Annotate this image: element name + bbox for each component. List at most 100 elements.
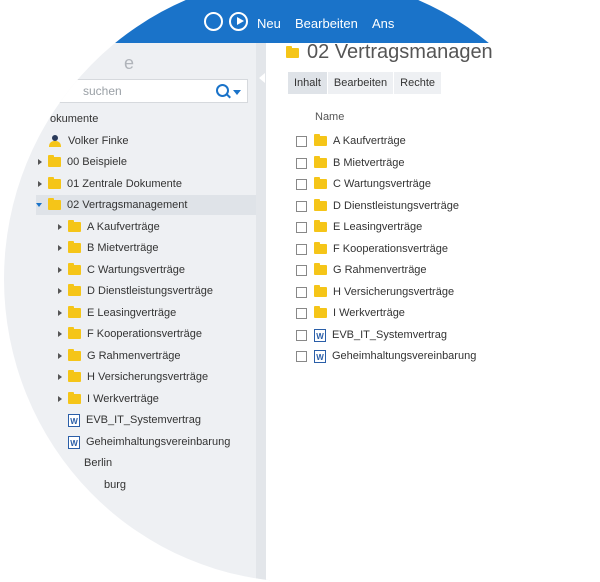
list-item[interactable]: D Dienstleistungsverträge [296,196,459,216]
menu-new[interactable]: Neu [257,16,281,31]
row-checkbox[interactable] [296,135,307,147]
list-item-label[interactable]: F Kooperationsverträge [333,243,448,255]
tree-label: 02 Vertragsmanagement [67,199,188,211]
collapse-left-icon[interactable] [259,73,265,83]
chevron-right-icon[interactable] [58,224,62,230]
chevron-right-icon[interactable] [58,245,62,251]
tree-item-a-kaufvertraege[interactable]: A Kaufverträge [58,217,160,237]
tree-item-i-werkvertraege[interactable]: I Werkverträge [58,389,159,409]
row-checkbox[interactable] [296,286,307,298]
tree-item-geheimhaltungsvereinbarung[interactable]: W Geheimhaltungsvereinbarung [68,432,230,452]
content-tabs: Inhalt Bearbeiten Rechte [288,72,442,94]
user-icon [48,134,62,148]
list-item[interactable]: I Werkverträge [296,303,405,323]
row-checkbox[interactable] [296,264,307,276]
play-icon[interactable] [229,12,248,31]
folder-icon [314,285,327,297]
menu-view[interactable]: Ans [372,16,394,31]
tree-label: F Kooperationsverträge [87,328,202,340]
page-title-text: 02 Vertragsmanagen [307,41,493,63]
list-item-label[interactable]: A Kaufverträge [333,135,406,147]
list-item[interactable]: A Kaufverträge [296,131,406,151]
top-toolbar: Neu Bearbeiten Ans [4,0,600,43]
row-checkbox[interactable] [296,178,307,190]
chevron-down-icon[interactable] [36,203,42,207]
list-item[interactable]: W Geheimhaltungsvereinbarung [296,346,476,366]
folder-icon [68,306,81,318]
chevron-right-icon[interactable] [58,374,62,380]
list-item[interactable]: B Mietverträge [296,153,405,173]
tree-label: B Mietverträge [87,242,159,254]
chevron-right-icon[interactable] [58,353,62,359]
tree-item-00-beispiele[interactable]: 00 Beispiele [38,152,127,172]
folder-icon [314,199,327,211]
tree-item-burg[interactable]: burg [104,475,126,495]
tree-item-h-versicherungsvertraege[interactable]: H Versicherungsverträge [58,367,208,387]
chevron-right-icon[interactable] [58,267,62,273]
list-item-label[interactable]: EVB_IT_Systemvertrag [332,329,447,341]
tab-rechte[interactable]: Rechte [394,72,441,94]
search-input[interactable]: suchen [44,79,248,103]
sidebar-title: e [124,53,135,73]
list-item-label[interactable]: Geheimhaltungsvereinbarung [332,350,476,362]
row-checkbox[interactable] [296,243,307,255]
chevron-right-icon[interactable] [38,159,42,165]
list-item-label[interactable]: B Mietverträge [333,157,405,169]
tree-item-user[interactable]: Volker Finke [48,131,129,151]
list-item[interactable]: C Wartungsverträge [296,174,431,194]
tree-label: EVB_IT_Systemvertrag [86,414,201,426]
tree-label: Volker Finke [68,135,129,147]
menu-edit[interactable]: Bearbeiten [295,16,358,31]
row-checkbox[interactable] [296,350,307,362]
list-item[interactable]: W EVB_IT_Systemvertrag [296,325,447,345]
folder-icon [68,241,81,253]
list-item-label[interactable]: H Versicherungsverträge [333,286,454,298]
tree-label: 00 Beispiele [67,156,127,168]
tree-item-g-rahmenvertraege[interactable]: G Rahmenverträge [58,346,181,366]
row-checkbox[interactable] [296,221,307,233]
row-checkbox[interactable] [296,329,307,341]
list-item[interactable]: H Versicherungsverträge [296,282,454,302]
chevron-right-icon[interactable] [58,331,62,337]
tab-inhalt[interactable]: Inhalt [288,72,327,94]
tree-item-b-mietvertraege[interactable]: B Mietverträge [58,238,159,258]
folder-icon [68,370,81,382]
list-item-label[interactable]: G Rahmenverträge [333,264,427,276]
word-document-icon: W [68,435,80,449]
search-icon[interactable] [216,84,229,97]
chevron-right-icon[interactable] [38,181,42,187]
list-item[interactable]: E Leasingverträge [296,217,422,237]
tree-item-f-kooperationsvertraege[interactable]: F Kooperationsverträge [58,324,202,344]
row-checkbox[interactable] [296,200,307,212]
tree-item-berlin[interactable]: Berlin [84,453,112,473]
list-item[interactable]: G Rahmenverträge [296,260,427,280]
folder-icon [314,220,327,232]
folder-icon [68,349,81,361]
tree-item-01-zentrale-dokumente[interactable]: 01 Zentrale Dokumente [38,174,182,194]
row-checkbox[interactable] [296,157,307,169]
row-checkbox[interactable] [296,307,307,319]
circle-icon[interactable] [204,12,223,31]
word-document-icon: W [314,328,326,342]
list-item[interactable]: F Kooperationsverträge [296,239,448,259]
tree-label: burg [104,479,127,491]
tree-item-02-vertragsmanagement[interactable]: 02 Vertragsmanagement [36,195,266,215]
chevron-right-icon[interactable] [58,288,62,294]
tree-item-c-wartungsvertraege[interactable]: C Wartungsverträge [58,260,185,280]
list-item-label[interactable]: I Werkverträge [333,307,405,319]
search-dropdown-icon[interactable] [233,90,241,95]
list-item-label[interactable]: C Wartungsverträge [333,178,431,190]
column-header-name[interactable]: Name [315,111,344,123]
tab-bearbeiten[interactable]: Bearbeiten [327,72,394,94]
chevron-right-icon[interactable] [58,396,62,402]
list-item-label[interactable]: D Dienstleistungsverträge [333,200,459,212]
chevron-right-icon[interactable] [58,310,62,316]
main-content: 02 Vertragsmanagen Inhalt Bearbeiten Rec… [266,41,600,582]
tree-item-evb-it-systemvertrag[interactable]: W EVB_IT_Systemvertrag [68,410,201,430]
tree-root-documents[interactable]: okumente [50,109,98,129]
tree-item-e-leasingvertraege[interactable]: E Leasingverträge [58,303,176,323]
tree-item-d-dienstleistungsvertraege[interactable]: D Dienstleistungsverträge [58,281,213,301]
list-item-label[interactable]: E Leasingverträge [333,221,422,233]
folder-icon [68,263,81,275]
tree-label: E Leasingverträge [87,307,177,319]
